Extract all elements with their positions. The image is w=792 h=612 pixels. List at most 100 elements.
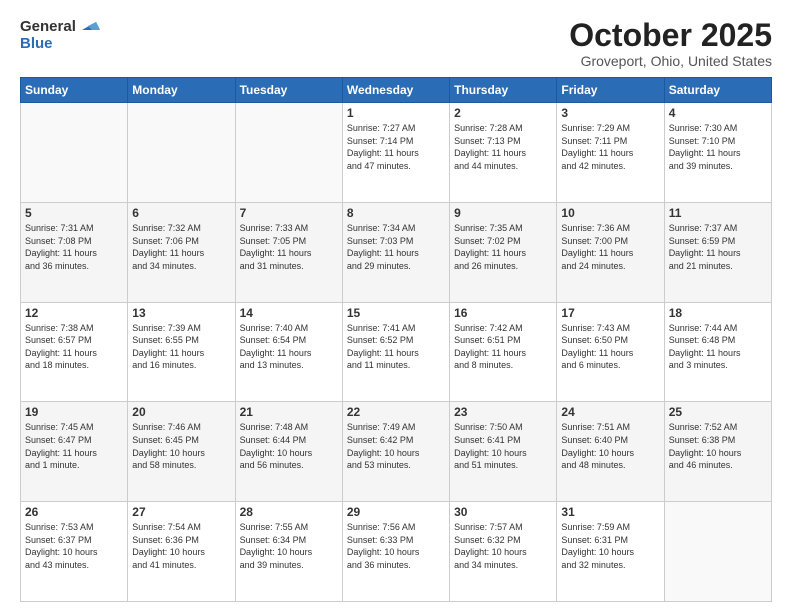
day-number: 2 bbox=[454, 106, 552, 120]
calendar-week-3: 12 Sunrise: 7:38 AM Sunset: 6:57 PM Dayli… bbox=[21, 302, 772, 402]
day-info: Sunrise: 7:54 AM Sunset: 6:36 PM Dayligh… bbox=[132, 521, 230, 571]
table-row: 21 Sunrise: 7:48 AM Sunset: 6:44 PM Dayli… bbox=[235, 402, 342, 502]
table-row: 16 Sunrise: 7:42 AM Sunset: 6:51 PM Dayli… bbox=[450, 302, 557, 402]
table-row: 31 Sunrise: 7:59 AM Sunset: 6:31 PM Dayli… bbox=[557, 502, 664, 602]
day-number: 29 bbox=[347, 505, 445, 519]
day-info: Sunrise: 7:50 AM Sunset: 6:41 PM Dayligh… bbox=[454, 421, 552, 471]
day-number: 28 bbox=[240, 505, 338, 519]
day-number: 13 bbox=[132, 306, 230, 320]
day-info: Sunrise: 7:29 AM Sunset: 7:11 PM Dayligh… bbox=[561, 122, 659, 172]
day-info: Sunrise: 7:34 AM Sunset: 7:03 PM Dayligh… bbox=[347, 222, 445, 272]
day-info: Sunrise: 7:28 AM Sunset: 7:13 PM Dayligh… bbox=[454, 122, 552, 172]
table-row: 4 Sunrise: 7:30 AM Sunset: 7:10 PM Daylig… bbox=[664, 103, 771, 203]
table-row: 1Sunrise: 7:27 AM Sunset: 7:14 PM Daylig… bbox=[342, 103, 449, 203]
day-number: 30 bbox=[454, 505, 552, 519]
day-info: Sunrise: 7:36 AM Sunset: 7:00 PM Dayligh… bbox=[561, 222, 659, 272]
day-number: 4 bbox=[669, 106, 767, 120]
table-row: 7 Sunrise: 7:33 AM Sunset: 7:05 PM Daylig… bbox=[235, 202, 342, 302]
day-number: 22 bbox=[347, 405, 445, 419]
calendar-header-row: Sunday Monday Tuesday Wednesday Thursday… bbox=[21, 78, 772, 103]
location: Groveport, Ohio, United States bbox=[569, 53, 772, 69]
table-row: 8 Sunrise: 7:34 AM Sunset: 7:03 PM Daylig… bbox=[342, 202, 449, 302]
calendar-week-4: 19Sunrise: 7:45 AM Sunset: 6:47 PM Dayli… bbox=[21, 402, 772, 502]
day-number: 11 bbox=[669, 206, 767, 220]
table-row: 6 Sunrise: 7:32 AM Sunset: 7:06 PM Daylig… bbox=[128, 202, 235, 302]
table-row: 10 Sunrise: 7:36 AM Sunset: 7:00 PM Dayli… bbox=[557, 202, 664, 302]
day-number: 10 bbox=[561, 206, 659, 220]
day-number: 18 bbox=[669, 306, 767, 320]
day-info: Sunrise: 7:53 AM Sunset: 6:37 PM Dayligh… bbox=[25, 521, 123, 571]
table-row bbox=[128, 103, 235, 203]
day-info: Sunrise: 7:57 AM Sunset: 6:32 PM Dayligh… bbox=[454, 521, 552, 571]
day-info: Sunrise: 7:41 AM Sunset: 6:52 PM Dayligh… bbox=[347, 322, 445, 372]
day-number: 27 bbox=[132, 505, 230, 519]
day-info: Sunrise: 7:38 AM Sunset: 6:57 PM Dayligh… bbox=[25, 322, 123, 372]
table-row: 3 Sunrise: 7:29 AM Sunset: 7:11 PM Daylig… bbox=[557, 103, 664, 203]
table-row: 27 Sunrise: 7:54 AM Sunset: 6:36 PM Dayli… bbox=[128, 502, 235, 602]
day-info: Sunrise: 7:42 AM Sunset: 6:51 PM Dayligh… bbox=[454, 322, 552, 372]
day-number: 12 bbox=[25, 306, 123, 320]
page: General Blue October 2025 Groveport, Ohi… bbox=[0, 0, 792, 612]
day-info: Sunrise: 7:35 AM Sunset: 7:02 PM Dayligh… bbox=[454, 222, 552, 272]
table-row: 18Sunrise: 7:44 AM Sunset: 6:48 PM Dayli… bbox=[664, 302, 771, 402]
day-number: 6 bbox=[132, 206, 230, 220]
col-thursday: Thursday bbox=[450, 78, 557, 103]
table-row bbox=[21, 103, 128, 203]
day-number: 8 bbox=[347, 206, 445, 220]
table-row: 2 Sunrise: 7:28 AM Sunset: 7:13 PM Daylig… bbox=[450, 103, 557, 203]
logo-blue: Blue bbox=[20, 35, 53, 52]
col-wednesday: Wednesday bbox=[342, 78, 449, 103]
table-row bbox=[664, 502, 771, 602]
table-row: 22Sunrise: 7:49 AM Sunset: 6:42 PM Dayli… bbox=[342, 402, 449, 502]
table-row: 20 Sunrise: 7:46 AM Sunset: 6:45 PM Dayli… bbox=[128, 402, 235, 502]
logo-icon bbox=[78, 12, 100, 34]
table-row: 15 Sunrise: 7:41 AM Sunset: 6:52 PM Dayli… bbox=[342, 302, 449, 402]
day-info: Sunrise: 7:48 AM Sunset: 6:44 PM Dayligh… bbox=[240, 421, 338, 471]
day-info: Sunrise: 7:43 AM Sunset: 6:50 PM Dayligh… bbox=[561, 322, 659, 372]
day-info: Sunrise: 7:45 AM Sunset: 6:47 PM Dayligh… bbox=[25, 421, 123, 471]
day-info: Sunrise: 7:46 AM Sunset: 6:45 PM Dayligh… bbox=[132, 421, 230, 471]
table-row: 24Sunrise: 7:51 AM Sunset: 6:40 PM Dayli… bbox=[557, 402, 664, 502]
col-monday: Monday bbox=[128, 78, 235, 103]
table-row: 29 Sunrise: 7:56 AM Sunset: 6:33 PM Dayli… bbox=[342, 502, 449, 602]
day-info: Sunrise: 7:32 AM Sunset: 7:06 PM Dayligh… bbox=[132, 222, 230, 272]
day-number: 5 bbox=[25, 206, 123, 220]
day-number: 7 bbox=[240, 206, 338, 220]
logo: General Blue bbox=[20, 18, 100, 53]
day-number: 23 bbox=[454, 405, 552, 419]
table-row: 25 Sunrise: 7:52 AM Sunset: 6:38 PM Dayli… bbox=[664, 402, 771, 502]
calendar-table: Sunday Monday Tuesday Wednesday Thursday… bbox=[20, 77, 772, 602]
day-number: 21 bbox=[240, 405, 338, 419]
day-info: Sunrise: 7:52 AM Sunset: 6:38 PM Dayligh… bbox=[669, 421, 767, 471]
table-row: 5Sunrise: 7:31 AM Sunset: 7:08 PM Daylig… bbox=[21, 202, 128, 302]
table-row: 12 Sunrise: 7:38 AM Sunset: 6:57 PM Dayli… bbox=[21, 302, 128, 402]
calendar-week-1: 1Sunrise: 7:27 AM Sunset: 7:14 PM Daylig… bbox=[21, 103, 772, 203]
day-number: 14 bbox=[240, 306, 338, 320]
day-number: 16 bbox=[454, 306, 552, 320]
day-number: 3 bbox=[561, 106, 659, 120]
day-info: Sunrise: 7:30 AM Sunset: 7:10 PM Dayligh… bbox=[669, 122, 767, 172]
table-row: 23 Sunrise: 7:50 AM Sunset: 6:41 PM Dayli… bbox=[450, 402, 557, 502]
day-number: 1 bbox=[347, 106, 445, 120]
day-info: Sunrise: 7:39 AM Sunset: 6:55 PM Dayligh… bbox=[132, 322, 230, 372]
day-info: Sunrise: 7:56 AM Sunset: 6:33 PM Dayligh… bbox=[347, 521, 445, 571]
col-saturday: Saturday bbox=[664, 78, 771, 103]
day-number: 15 bbox=[347, 306, 445, 320]
table-row: 28Sunrise: 7:55 AM Sunset: 6:34 PM Dayli… bbox=[235, 502, 342, 602]
day-info: Sunrise: 7:33 AM Sunset: 7:05 PM Dayligh… bbox=[240, 222, 338, 272]
day-number: 17 bbox=[561, 306, 659, 320]
day-number: 9 bbox=[454, 206, 552, 220]
table-row: 17 Sunrise: 7:43 AM Sunset: 6:50 PM Dayli… bbox=[557, 302, 664, 402]
day-number: 20 bbox=[132, 405, 230, 419]
day-number: 31 bbox=[561, 505, 659, 519]
day-number: 24 bbox=[561, 405, 659, 419]
col-tuesday: Tuesday bbox=[235, 78, 342, 103]
col-friday: Friday bbox=[557, 78, 664, 103]
table-row: 19Sunrise: 7:45 AM Sunset: 6:47 PM Dayli… bbox=[21, 402, 128, 502]
day-info: Sunrise: 7:59 AM Sunset: 6:31 PM Dayligh… bbox=[561, 521, 659, 571]
table-row bbox=[235, 103, 342, 203]
day-number: 25 bbox=[669, 405, 767, 419]
table-row: 13 Sunrise: 7:39 AM Sunset: 6:55 PM Dayli… bbox=[128, 302, 235, 402]
calendar-week-5: 26 Sunrise: 7:53 AM Sunset: 6:37 PM Dayli… bbox=[21, 502, 772, 602]
day-number: 26 bbox=[25, 505, 123, 519]
